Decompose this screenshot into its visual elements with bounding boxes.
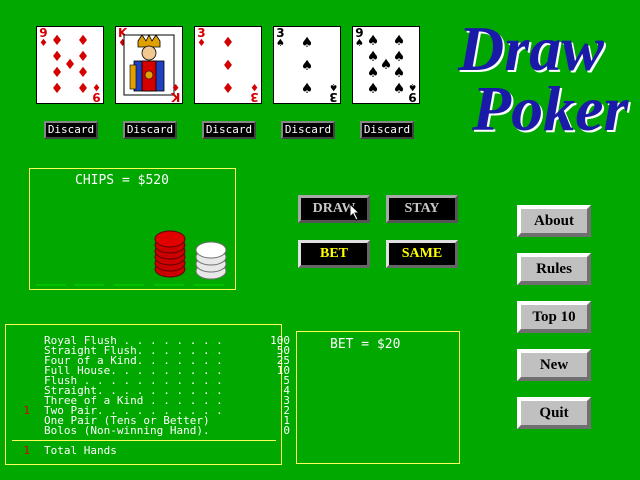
svg-text:♠: ♠ bbox=[393, 33, 406, 49]
svg-text:♠: ♠ bbox=[380, 57, 393, 73]
stay-button[interactable]: STAY bbox=[386, 195, 458, 223]
logo-line-2: Poker bbox=[471, 73, 630, 138]
svg-text:♠: ♠ bbox=[301, 35, 314, 51]
card-3[interactable]: 3 ♦ ♦ ♦ ♦ 3 ♦ bbox=[194, 26, 262, 104]
chip-stacks bbox=[36, 230, 227, 286]
svg-text:♠: ♠ bbox=[367, 81, 380, 97]
red-chip-stack bbox=[154, 230, 186, 278]
svg-text:♦: ♦ bbox=[77, 65, 90, 81]
payout-divider bbox=[12, 440, 276, 441]
bet-amount: BET = $20 bbox=[330, 337, 401, 352]
chips-panel: CHIPS = $520 bbox=[29, 168, 236, 290]
discard-button-1[interactable]: Discard bbox=[44, 121, 98, 139]
quit-button[interactable]: Quit bbox=[517, 397, 591, 429]
bet-panel: BET = $20 bbox=[296, 331, 460, 464]
white-chip-stack bbox=[195, 241, 227, 280]
card-3-index-bottom: 3 ♦ bbox=[250, 81, 259, 104]
svg-text:♦: ♦ bbox=[222, 58, 235, 74]
svg-text:♦: ♦ bbox=[51, 49, 64, 65]
card-1-index-bottom: 9 ♦ bbox=[92, 81, 101, 104]
svg-text:♠: ♠ bbox=[393, 49, 406, 65]
svg-text:♦: ♦ bbox=[64, 57, 77, 73]
card-5-index-bottom: 9 ♠ bbox=[408, 81, 417, 104]
svg-text:♠: ♠ bbox=[393, 81, 406, 97]
svg-text:♦: ♦ bbox=[51, 33, 64, 49]
discard-button-2[interactable]: Discard bbox=[123, 121, 177, 139]
card-2-index-bottom: K ♦ bbox=[170, 81, 180, 104]
draw-poker-logo: Draw Draw Poker Poker bbox=[457, 13, 632, 138]
svg-text:♦: ♦ bbox=[77, 33, 90, 49]
svg-text:♦: ♦ bbox=[77, 81, 90, 97]
discard-button-4[interactable]: Discard bbox=[281, 121, 335, 139]
svg-text:♠: ♠ bbox=[367, 49, 380, 65]
svg-text:♦: ♦ bbox=[77, 49, 90, 65]
svg-text:♠: ♠ bbox=[301, 81, 314, 97]
rules-button[interactable]: Rules bbox=[517, 253, 591, 285]
same-button[interactable]: SAME bbox=[386, 240, 458, 268]
card-1[interactable]: 9 ♦ ♦ ♦ ♦ ♦ ♦ ♦ ♦ ♦ ♦ 9 ♦ bbox=[36, 26, 104, 104]
svg-text:♠: ♠ bbox=[301, 58, 314, 74]
svg-text:♦: ♦ bbox=[51, 81, 64, 97]
svg-text:♠: ♠ bbox=[367, 33, 380, 49]
card-2[interactable]: K ♦ K ♦ bbox=[115, 26, 183, 104]
svg-text:♠: ♠ bbox=[367, 65, 380, 81]
svg-text:♠: ♠ bbox=[393, 65, 406, 81]
mouse-cursor-icon bbox=[349, 203, 361, 221]
about-button[interactable]: About bbox=[517, 205, 591, 237]
svg-text:♦: ♦ bbox=[222, 81, 235, 97]
discard-button-5[interactable]: Discard bbox=[360, 121, 414, 139]
bet-button[interactable]: BET bbox=[298, 240, 370, 268]
card-4[interactable]: 3 ♠ ♠ ♠ ♠ 3 ♠ bbox=[273, 26, 341, 104]
svg-text:♦: ♦ bbox=[222, 35, 235, 51]
svg-text:♦: ♦ bbox=[51, 65, 64, 81]
top10-button[interactable]: Top 10 bbox=[517, 301, 591, 333]
card-4-index-bottom: 3 ♠ bbox=[329, 81, 338, 104]
card-5[interactable]: 9 ♠ ♠ ♠ ♠ ♠ ♠ ♠ ♠ ♠ ♠ 9 ♠ bbox=[352, 26, 420, 104]
payout-table: Royal Flush . . . . . . . . 100 Straight … bbox=[5, 324, 290, 465]
discard-button-3[interactable]: Discard bbox=[202, 121, 256, 139]
new-button[interactable]: New bbox=[517, 349, 591, 381]
